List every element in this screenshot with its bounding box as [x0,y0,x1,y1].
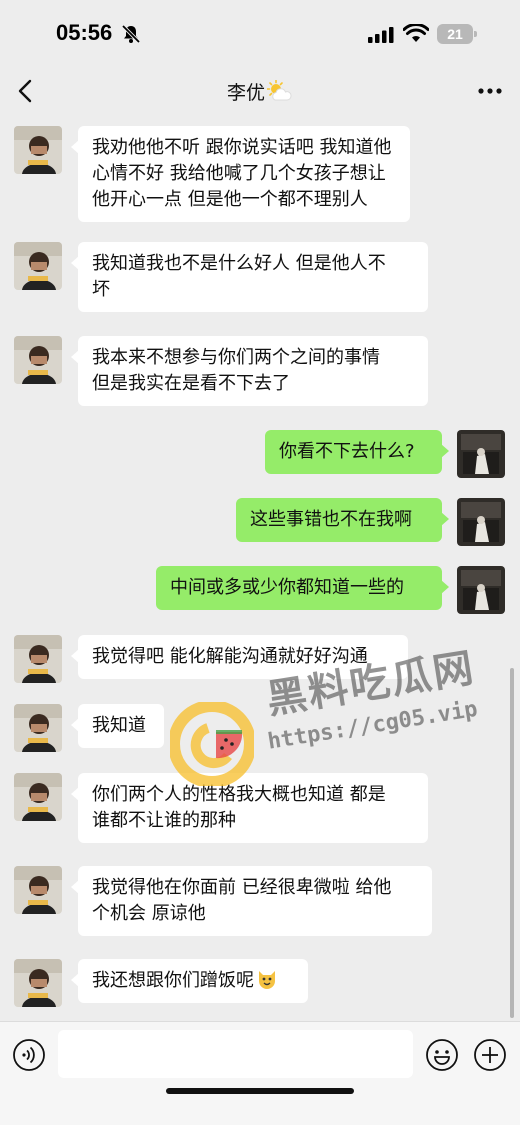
outgoing-message-bubble[interactable]: 中间或多或少你都知道一些的 [156,566,449,610]
message-line: 心情不好 我给他喊了几个女孩子想让 [92,163,386,184]
incoming-message-bubble[interactable]: 我知道我也不是什么好人 但是他人不 坏 [71,242,428,312]
incoming-message-bubble[interactable]: 我觉得他在你面前 已经很卑微啦 给他 个机会 原谅他 [71,866,432,936]
signal-icon [368,27,394,43]
message-input[interactable] [58,1030,413,1078]
voice-input-icon[interactable] [12,1038,46,1072]
contact-avatar[interactable] [14,126,62,174]
incoming-message-bubble[interactable]: 我觉得吧 能化解能沟通就好好沟通 [71,635,408,679]
contact-avatar[interactable] [14,635,62,683]
message-line: 但是我实在是看不下去了 [92,373,290,394]
outgoing-message-bubble[interactable]: 这些事错也不在我啊 [236,498,449,542]
home-indicator[interactable] [166,1088,354,1094]
contact-avatar[interactable] [14,242,62,290]
message-line: 中间或多或少你都知道一些的 [170,577,404,598]
incoming-message-bubble[interactable]: 你们两个人的性格我大概也知道 都是 谁都不让谁的那种 [71,773,428,843]
message-line: 你们两个人的性格我大概也知道 都是 [92,784,386,805]
emoji-icon[interactable] [425,1038,459,1072]
message-line: 坏 [92,279,110,300]
cat-emoji-icon [259,971,275,989]
message-line: 我还想跟你们蹭饭呢 [92,970,254,991]
contact-avatar[interactable] [14,773,62,821]
message-line: 他开心一点 但是他一个都不理别人 [92,189,368,210]
my-avatar[interactable] [457,430,505,478]
chat-header: 李优 [0,66,520,116]
input-bar [0,1021,520,1125]
incoming-message-bubble[interactable]: 我还想跟你们蹭饭呢 [71,959,308,1003]
contact-avatar[interactable] [14,336,62,384]
message-line: 个机会 原谅他 [92,903,206,924]
my-avatar[interactable] [457,498,505,546]
contact-avatar[interactable] [14,704,62,752]
contact-avatar[interactable] [14,866,62,914]
my-avatar[interactable] [457,566,505,614]
bell-muted-icon [121,24,141,44]
contact-avatar[interactable] [14,959,62,1007]
battery-indicator: 21 [437,24,477,44]
message-line: 我觉得吧 能化解能沟通就好好沟通 [92,646,368,667]
wifi-icon [403,24,429,42]
message-line: 我知道我也不是什么好人 但是他人不 [92,253,386,274]
scrollbar[interactable] [510,668,514,1018]
incoming-message-bubble[interactable]: 我知道 [71,704,164,748]
message-line: 你看不下去什么? [279,441,415,462]
incoming-message-bubble[interactable]: 我劝他他不听 跟你说实话吧 我知道他 心情不好 我给他喊了几个女孩子想让 他开心… [71,126,410,222]
status-bar: 05:56 21 [0,0,520,66]
message-line: 我劝他他不听 跟你说实话吧 我知道他 [92,137,392,158]
message-line: 我觉得他在你面前 已经很卑微啦 给他 [92,877,392,898]
message-line: 我本来不想参与你们两个之间的事情 [92,347,380,368]
message-line: 这些事错也不在我啊 [250,509,412,530]
more-options-icon[interactable] [478,88,502,94]
status-time: 05:56 [56,20,113,45]
message-line: 谁都不让谁的那种 [92,810,236,831]
plus-icon[interactable] [473,1038,507,1072]
message-list[interactable]: 我劝他他不听 跟你说实话吧 我知道他 心情不好 我给他喊了几个女孩子想让 他开心… [0,116,520,1021]
outgoing-message-bubble[interactable]: 你看不下去什么? [265,430,449,474]
sun-cloud-icon [267,80,292,101]
incoming-message-bubble[interactable]: 我本来不想参与你们两个之间的事情 但是我实在是看不下去了 [71,336,428,406]
contact-name: 李优 [226,82,265,104]
chat-title: 李优 [0,78,520,105]
message-line: 我知道 [92,715,146,736]
